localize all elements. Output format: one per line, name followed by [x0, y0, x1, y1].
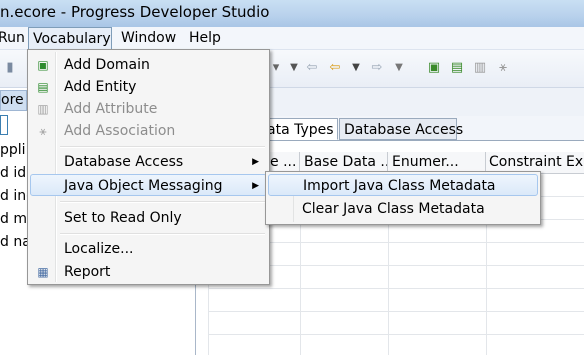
tree-row[interactable]: d id [0, 161, 26, 185]
back-arrow-icon[interactable]: ⇦ [327, 60, 343, 76]
menu-item-database-access[interactable]: Database Access ▶ [30, 151, 267, 173]
grid-line [208, 334, 584, 335]
submenu-arrow-icon: ▶ [252, 157, 259, 167]
menu-run[interactable]: Run [0, 27, 25, 49]
grid-line [208, 311, 584, 312]
forward-disabled-icon: ⇨ [371, 60, 383, 75]
menu-bar: Run Vocabulary Window Help [0, 27, 584, 50]
back-disabled-icon: ⇦ [306, 60, 318, 75]
column-header[interactable]: e ... [270, 152, 300, 173]
menu-separator [60, 146, 265, 148]
report-icon: ▦ [37, 265, 49, 279]
menu-item-label: Add Domain [64, 57, 150, 73]
menu-window[interactable]: Window [121, 27, 176, 49]
toolbar-dropdown-icon[interactable]: ▾ [268, 60, 284, 76]
add-domain-toolbar-icon[interactable]: ▣ [426, 60, 442, 76]
java-object-messaging-submenu: Import Java Class Metadata Clear Java Cl… [265, 171, 541, 225]
add-association-icon: ⚹ [39, 124, 47, 138]
menu-item-label: Java Object Messaging [64, 178, 223, 194]
add-entity-toolbar-icon[interactable]: ▤ [449, 60, 465, 76]
menu-vocabulary[interactable]: Vocabulary [28, 27, 112, 49]
menu-item-label: Add Entity [64, 79, 137, 95]
window-title: n.ecore - Progress Developer Studio [0, 3, 270, 21]
tree-selection[interactable] [0, 115, 8, 135]
menu-item-add-entity[interactable]: ▤ Add Entity [30, 76, 267, 98]
menu-item-set-read-only[interactable]: Set to Read Only [30, 207, 267, 229]
menu-separator [60, 233, 265, 235]
menu-item-label: Report [64, 264, 111, 280]
add-association-toolbar-icon[interactable]: ⚹ [495, 60, 511, 76]
tab-database-access[interactable]: Database Access [339, 118, 463, 140]
menu-item-clear-java-class-metadata[interactable]: Clear Java Class Metadata [268, 198, 538, 220]
menu-separator [60, 201, 265, 203]
menu-item-label: Import Java Class Metadata [303, 178, 496, 194]
menu-item-add-domain[interactable]: ▣ Add Domain [30, 54, 267, 76]
menu-item-import-java-class-metadata[interactable]: Import Java Class Metadata [268, 174, 538, 196]
submenu-arrow-icon: ▶ [252, 181, 259, 191]
menu-item-label: Add Attribute [64, 101, 158, 117]
menu-help[interactable]: Help [189, 27, 221, 49]
column-header[interactable]: Base Data ... [300, 152, 388, 173]
menu-item-label: Localize... [64, 241, 134, 257]
menu-item-label: Clear Java Class Metadata [302, 201, 485, 217]
add-entity-icon: ▤ [37, 80, 49, 94]
menu-item-report[interactable]: ▦ Report [30, 261, 267, 283]
title-bar: n.ecore - Progress Developer Studio [0, 0, 584, 27]
column-header[interactable]: Enumer... [388, 152, 486, 173]
menu-item-label: Set to Read Only [64, 210, 182, 226]
grid-line [208, 288, 584, 289]
tree-row[interactable]: ppli [0, 138, 26, 162]
menu-item-add-attribute[interactable]: ▥ Add Attribute [30, 98, 267, 120]
toolbar-arrow-down-icon[interactable]: ▼ [286, 60, 302, 76]
add-attribute-toolbar-icon[interactable]: ▥ [472, 60, 488, 76]
forward-dropdown-icon[interactable]: ▼ [391, 60, 407, 76]
toolbar-grip-icon: ▮ [6, 60, 14, 75]
menu-item-localize[interactable]: Localize... [30, 238, 267, 260]
tab-data-types[interactable]: ata Types [262, 118, 338, 140]
menu-item-add-association[interactable]: ⚹ Add Association [30, 120, 267, 142]
menu-item-label: Database Access [64, 154, 184, 170]
tree-panel-header[interactable]: ore [0, 90, 27, 111]
menu-item-label: Add Association [64, 123, 176, 139]
menu-item-java-object-messaging[interactable]: Java Object Messaging ▶ [30, 174, 267, 196]
vocabulary-menu: ▣ Add Domain ▤ Add Entity ▥ Add Attribut… [27, 49, 270, 285]
add-domain-icon: ▣ [37, 58, 49, 72]
column-header[interactable]: Constraint Exp [486, 152, 584, 173]
add-attribute-icon: ▥ [37, 102, 49, 116]
back-dropdown-icon[interactable]: ▼ [348, 60, 364, 76]
